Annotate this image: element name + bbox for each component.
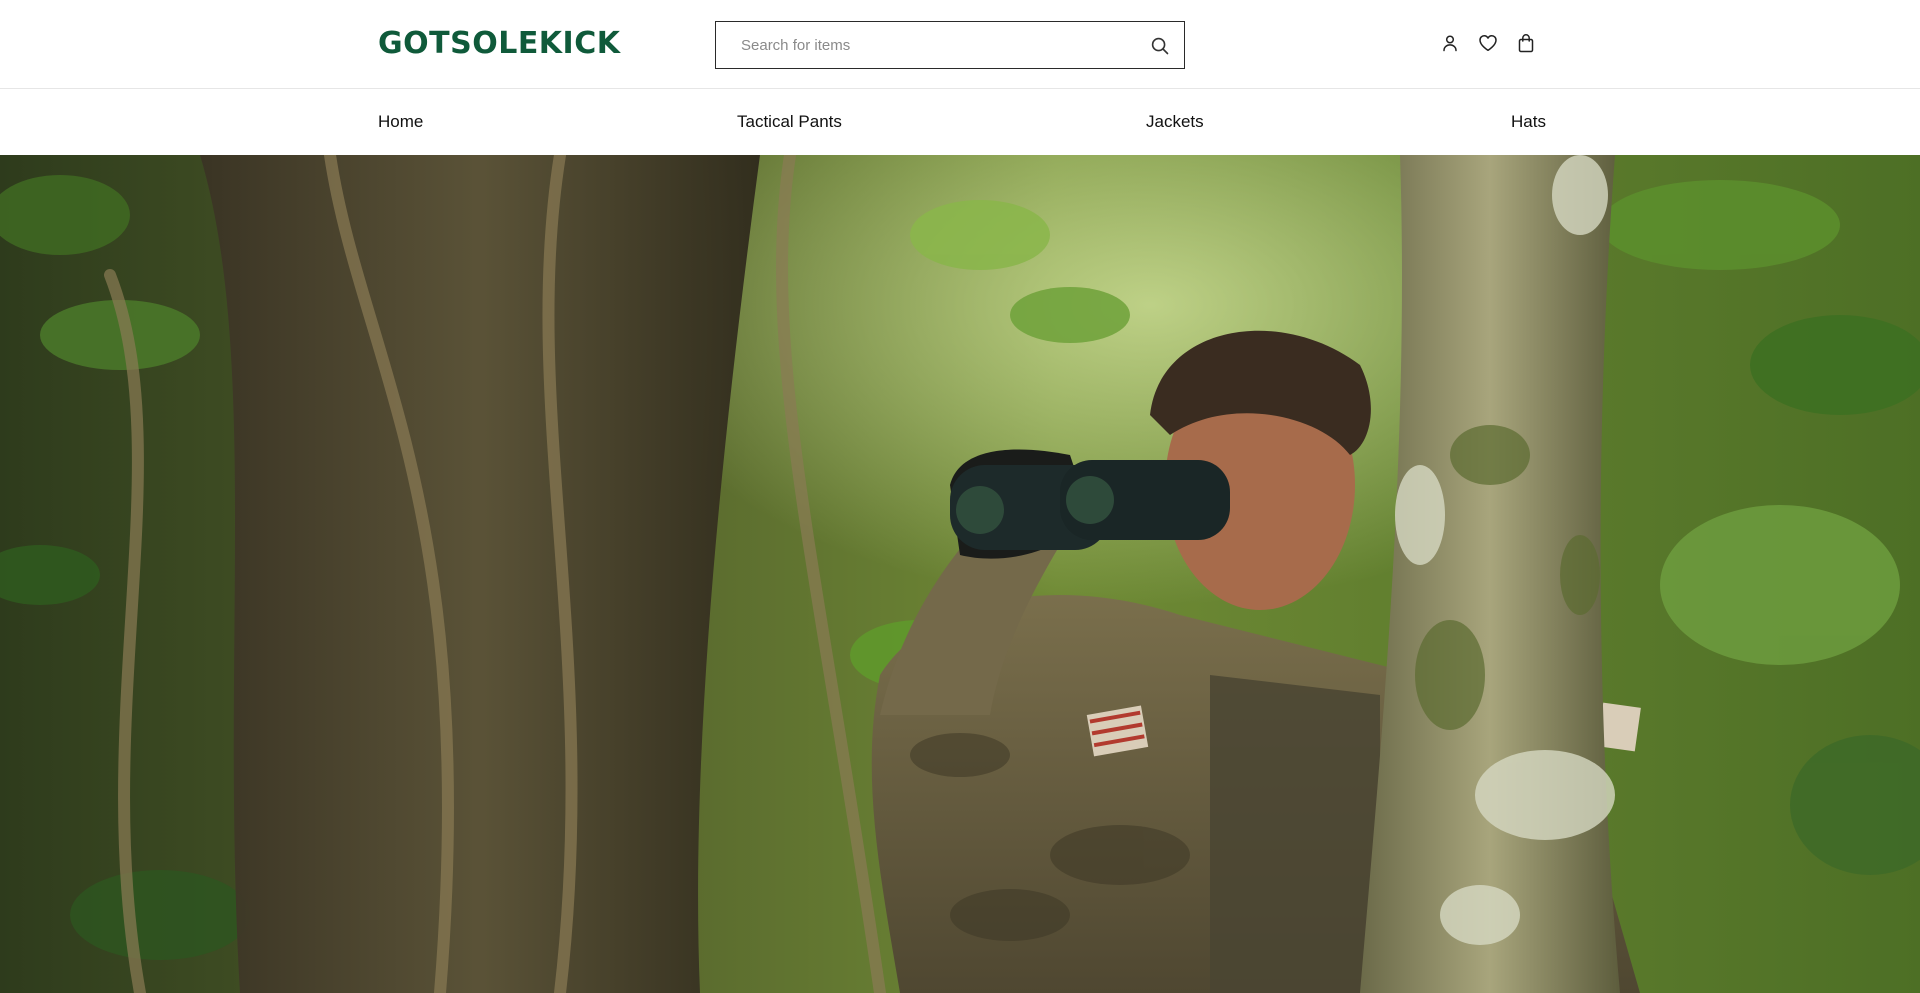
site-header: GOTSOLEKICK (0, 0, 1920, 89)
nav-item-home[interactable]: Home (378, 89, 423, 155)
nav-item-jackets[interactable]: Jackets (1146, 89, 1204, 155)
search-input[interactable] (716, 22, 1136, 68)
nav-item-hats[interactable]: Hats (1511, 89, 1546, 155)
nav-item-tactical-pants[interactable]: Tactical Pants (737, 89, 842, 155)
hero-image (0, 155, 1920, 993)
account-icon[interactable] (1438, 31, 1462, 55)
hero-banner[interactable] (0, 155, 1920, 993)
wishlist-icon[interactable] (1476, 31, 1500, 55)
brand-logo[interactable]: GOTSOLEKICK (378, 26, 620, 62)
header-actions (1438, 30, 1538, 56)
search-bar (715, 21, 1185, 69)
search-icon[interactable] (1148, 34, 1172, 58)
cart-icon[interactable] (1514, 31, 1538, 55)
main-nav: Home Tactical Pants Jackets Hats (0, 89, 1920, 155)
